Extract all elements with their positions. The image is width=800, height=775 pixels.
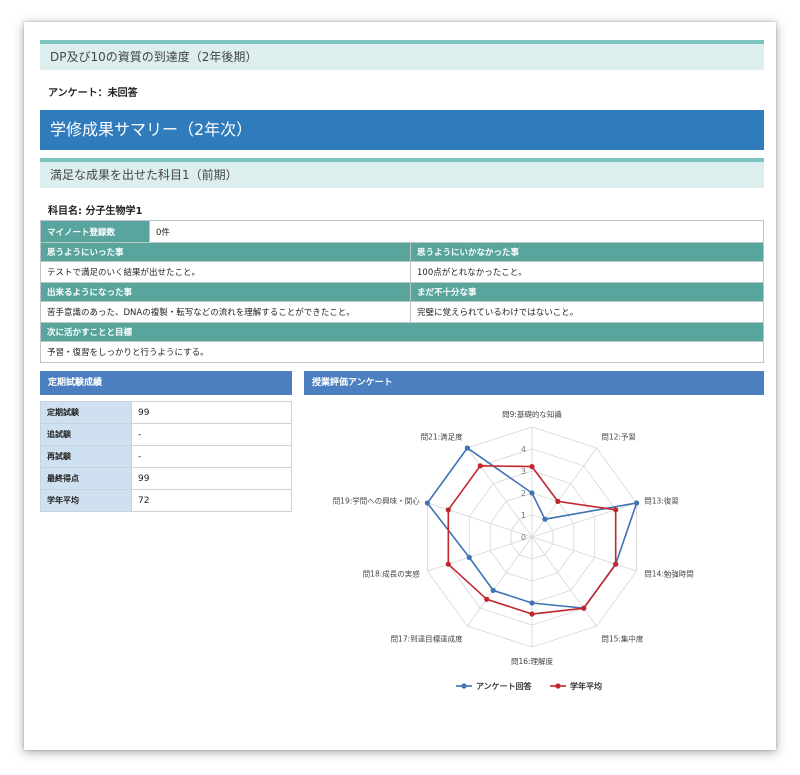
legend-marker [555,683,561,689]
radar-data-point [529,600,535,606]
table-row: 再試験 - [40,445,292,468]
radar-tick-label: 4 [521,445,526,454]
insufficient-label: まだ不十分な事 [410,282,764,302]
radar-data-point [466,554,472,560]
exam-row-label: 再試験 [40,445,132,468]
radar-category-label: 問16:理解度 [511,656,554,666]
achieved-label: 出来るようになった事 [40,282,411,302]
radar-data-point [529,464,535,470]
legend-label: アンケート回答 [476,681,533,691]
radar-data-point [581,605,587,611]
lower-panels: 定期試験成績 定期試験 99 追試験 - 再試験 - 最終得点 99 学年平均 … [40,371,764,701]
radar-category-label: 問13:復習 [644,496,679,506]
radar-data-point [613,561,619,567]
exam-row-value: - [131,445,292,468]
radar-category-label: 問15:集中度 [601,633,644,643]
radar-tick-label: 0 [521,533,526,542]
subject-detail-table: マイノート登録数 0件 思うようにいった事 思うようにいかなかった事 テストで満… [40,220,764,363]
exam-row-label: 定期試験 [40,401,132,424]
table-row: 追試験 - [40,423,292,446]
report-content: DP及び10の資質の到達度（2年後期） アンケート：未回答 学修成果サマリー（2… [40,40,764,701]
radar-category-label: 問21:満足度 [421,432,464,442]
radar-spoke [427,502,533,538]
radar-spoke [531,536,637,572]
subject-name: 科目名: 分子生物学1 [48,206,143,217]
exam-row-value: 99 [131,467,292,490]
radar-category-label: 問17:到達目標達成度 [391,633,464,643]
went-well-value: テストで満足のいく結果が出せたこと。 [40,261,411,283]
achieved-value: 苦手意識のあった、DNAの複製・転写などの流れを理解することができたこと。 [40,301,411,323]
radar-spoke [531,502,637,538]
radar-data-point [634,500,640,506]
radar-tick-label: 1 [521,511,526,520]
insufficient-value: 完璧に覚えられているわけではないこと。 [410,301,764,323]
radar-spoke [467,536,533,627]
exam-row-value: - [131,423,292,446]
radar-data-point [529,490,535,496]
next-goal-label: 次に活かすことと目標 [40,322,764,342]
exam-row-value: 72 [131,489,292,512]
radar-tick-label: 2 [521,489,526,498]
radar-data-point [613,507,619,513]
subject-section-header: 満足な成果を出せた科目1（前期） [40,158,764,188]
survey-status: アンケート：未回答 [48,88,138,99]
radar-data-point [424,500,430,506]
table-row: 学年平均 72 [40,489,292,512]
radar-data-point [542,516,548,522]
report-card: DP及び10の資質の到達度（2年後期） アンケート：未回答 学修成果サマリー（2… [24,22,776,750]
radar-category-label: 問9:基礎的な知識 [502,409,562,419]
summary-title: 学修成果サマリー（2年次） [40,110,764,150]
dp-section-header: DP及び10の資質の到達度（2年後期） [40,40,764,70]
mynote-label: マイノート登録数 [40,220,150,243]
exam-row-value: 99 [131,401,292,424]
radar-data-point [490,587,496,593]
next-goal-value: 予習・復習をしっかりと行うようにする。 [40,341,764,363]
radar-tick-label: 3 [521,467,526,476]
legend-marker [461,683,467,689]
radar-spoke [531,447,597,538]
radar-category-label: 問14:勉強時間 [644,568,694,578]
radar-data-point [445,561,451,567]
radar-spoke [427,536,533,572]
radar-data-point [484,596,490,602]
exam-row-label: 学年平均 [40,489,132,512]
radar-category-label: 問19:学問への興味・関心 [333,496,421,506]
table-row: 最終得点 99 [40,467,292,490]
radar-data-point [445,507,451,513]
radar-category-label: 問12:予習 [601,433,636,442]
exam-row-label: 追試験 [40,423,132,446]
not-well-label: 思うようにいかなかった事 [410,242,764,262]
exam-row-label: 最終得点 [40,467,132,490]
exam-results-header: 定期試験成績 [40,371,292,395]
radar-category-label: 問18:成長の実感 [363,568,421,578]
went-well-label: 思うようにいった事 [40,242,411,262]
radar-data-point [464,445,470,451]
mynote-value: 0件 [149,220,764,243]
radar-data-point [477,463,483,469]
radar-data-point [529,611,535,617]
radar-data-point [555,498,561,505]
evaluation-radar-chart: 0 1 2 3 4 問9:基礎的な知識問12:予習問13:復習問14:勉強時間問15:集中… [333,409,694,691]
evaluation-header: 授業評価アンケート [304,371,764,395]
not-well-value: 100点がとれなかったこと。 [410,261,764,283]
legend-label: 学年平均 [570,681,602,691]
exam-results-table: 定期試験 99 追試験 - 再試験 - 最終得点 99 学年平均 72 [40,401,292,512]
table-row: 定期試験 99 [40,401,292,424]
